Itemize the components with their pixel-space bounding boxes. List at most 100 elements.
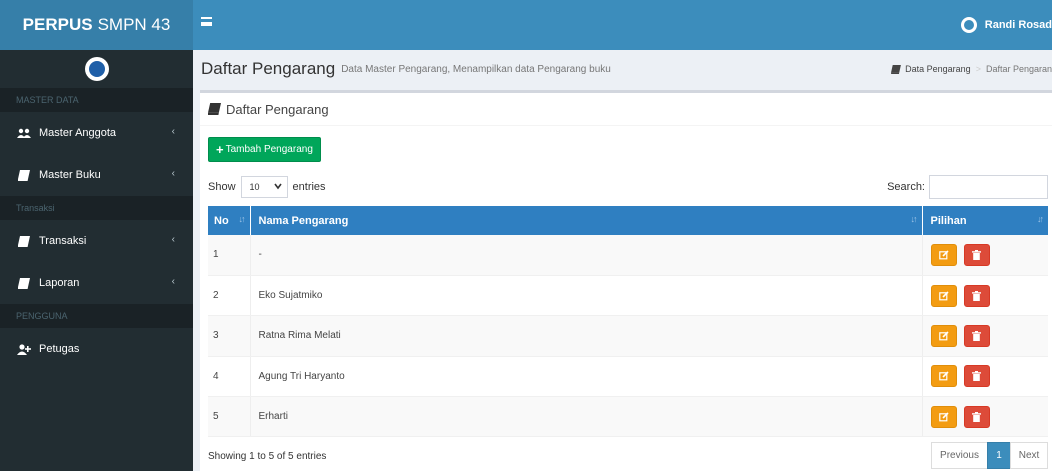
avatar [960,17,977,33]
cell-actions [922,356,1048,398]
cell-actions [922,235,1048,276]
logo-rest: SMPN 43 [97,15,171,34]
edit-button[interactable] [930,324,957,347]
cell-name: Agung Tri Haryanto [250,356,923,398]
table-info: Showing 1 to 5 of 5 entries [208,451,327,462]
cell-actions [922,396,1048,438]
user-menu[interactable]: Randi Rosad [960,0,1052,50]
edit-icon [938,291,949,300]
pengarang-box: Daftar Pengarang + Tambah Pengarang Show… [200,90,1052,471]
trash-icon [972,249,981,260]
edit-icon [938,250,949,260]
edit-icon [938,412,949,422]
sort-icon: ↓↑ [1037,214,1044,224]
box-title: Daftar Pengarang [200,93,1052,126]
sidebar-item-petugas[interactable]: Petugas [0,328,193,370]
page-subtitle: Data Master Pengarang, Menampilkan data … [341,63,611,75]
table-header-row: No ↓↑ Nama Pengarang ↓↑ Pilihan ↓↑ [208,206,1048,235]
delete-button[interactable] [963,365,990,388]
trash-icon [972,411,981,422]
sort-icon: ↓↑ [910,214,918,224]
book-icon [17,277,31,289]
sidebar-toggle-icon[interactable] [201,17,212,26]
trash-icon [972,290,981,301]
chevron-left-icon: ‹ [171,234,175,245]
sidebar: MASTER DATA Master Anggota ‹ Master Buku… [0,50,193,471]
trash-icon [972,371,981,382]
cell-name: Erharti [250,396,923,438]
page-title: Daftar Pengarang [201,59,336,78]
table-row: 3 Ratna Rima Melati [208,315,1048,357]
add-pengarang-button[interactable]: + Tambah Pengarang [208,137,321,162]
cell-no: 1 [208,235,251,276]
sidebar-header-master: MASTER DATA [0,88,193,112]
edit-icon [938,331,949,341]
book-icon [208,103,221,115]
chevron-left-icon: ‹ [171,276,175,287]
cell-no: 5 [208,396,251,438]
column-header-pilihan[interactable]: Pilihan ↓↑ [922,206,1048,235]
cell-no: 4 [208,356,251,398]
cell-actions [922,315,1048,357]
sidebar-item-transaksi[interactable]: Transaksi ‹ [0,220,193,262]
edit-button[interactable] [930,405,957,428]
cell-no: 2 [208,275,251,317]
users-icon [17,128,31,139]
entries-select[interactable]: 10 [240,176,288,198]
logo-bold: PERPUS [22,15,93,34]
edit-icon [938,371,949,381]
next-page-button[interactable]: Next [1010,442,1048,469]
page-1-button[interactable]: 1 [987,442,1011,469]
delete-button[interactable] [963,405,990,428]
entries-label: entries [292,181,326,193]
book-icon [17,235,31,247]
sort-icon: ↓↑ [238,214,246,224]
search-input[interactable] [929,175,1048,199]
cell-actions [922,275,1048,317]
top-navbar: Randi Rosad [193,0,1052,50]
edit-button[interactable] [930,243,957,266]
school-emblem [0,50,193,88]
cell-no: 3 [208,315,251,357]
chevron-down-icon [273,181,282,193]
table-row: 1 - [208,235,1048,276]
sidebar-item-label: Transaksi [39,235,87,247]
edit-button[interactable] [930,365,957,388]
app-logo[interactable]: PERPUS SMPN 43 [0,0,193,50]
delete-button[interactable] [963,284,990,307]
delete-button[interactable] [963,324,990,347]
plus-icon: + [216,142,224,157]
edit-button[interactable] [930,284,957,307]
table-row: 4 Agung Tri Haryanto [208,356,1048,398]
user-plus-icon [17,343,31,355]
entries-length: Show 10 entries [208,176,326,198]
sidebar-item-label: Master Buku [39,169,101,181]
column-label: Pilihan [930,214,967,227]
pengarang-table: No ↓↑ Nama Pengarang ↓↑ Pilihan ↓↑ 1 - 2… [208,206,1048,438]
sidebar-header-transaksi: Transaksi [0,196,193,220]
user-name: Randi Rosad [984,19,1052,31]
sidebar-item-master-anggota[interactable]: Master Anggota ‹ [0,112,193,154]
trash-icon [972,330,981,341]
sidebar-item-label: Petugas [39,343,80,355]
column-header-no[interactable]: No ↓↑ [208,206,251,235]
breadcrumb: Data Pengarang > Daftar Pengaran [891,64,1052,74]
sidebar-item-master-buku[interactable]: Master Buku ‹ [0,154,193,196]
table-row: 2 Eko Sujatmiko [208,275,1048,317]
show-label: Show [208,181,236,193]
book-icon [17,169,31,181]
cell-name: Ratna Rima Melati [250,315,923,357]
chevron-left-icon: ‹ [171,168,175,179]
emblem-icon [84,57,109,81]
chevron-left-icon: ‹ [171,126,175,137]
previous-page-button[interactable]: Previous [931,442,988,469]
sidebar-header-pengguna: PENGGUNA [0,304,193,328]
breadcrumb-current: Daftar Pengaran [985,64,1052,74]
pagination: Previous 1 Next [931,442,1048,469]
cell-name: - [250,235,923,276]
sidebar-item-laporan[interactable]: Laporan ‹ [0,262,193,304]
delete-button[interactable] [963,243,990,266]
box-title-text: Daftar Pengarang [226,101,329,117]
column-header-nama[interactable]: Nama Pengarang ↓↑ [250,206,923,235]
breadcrumb-link[interactable]: Data Pengarang [905,64,971,74]
